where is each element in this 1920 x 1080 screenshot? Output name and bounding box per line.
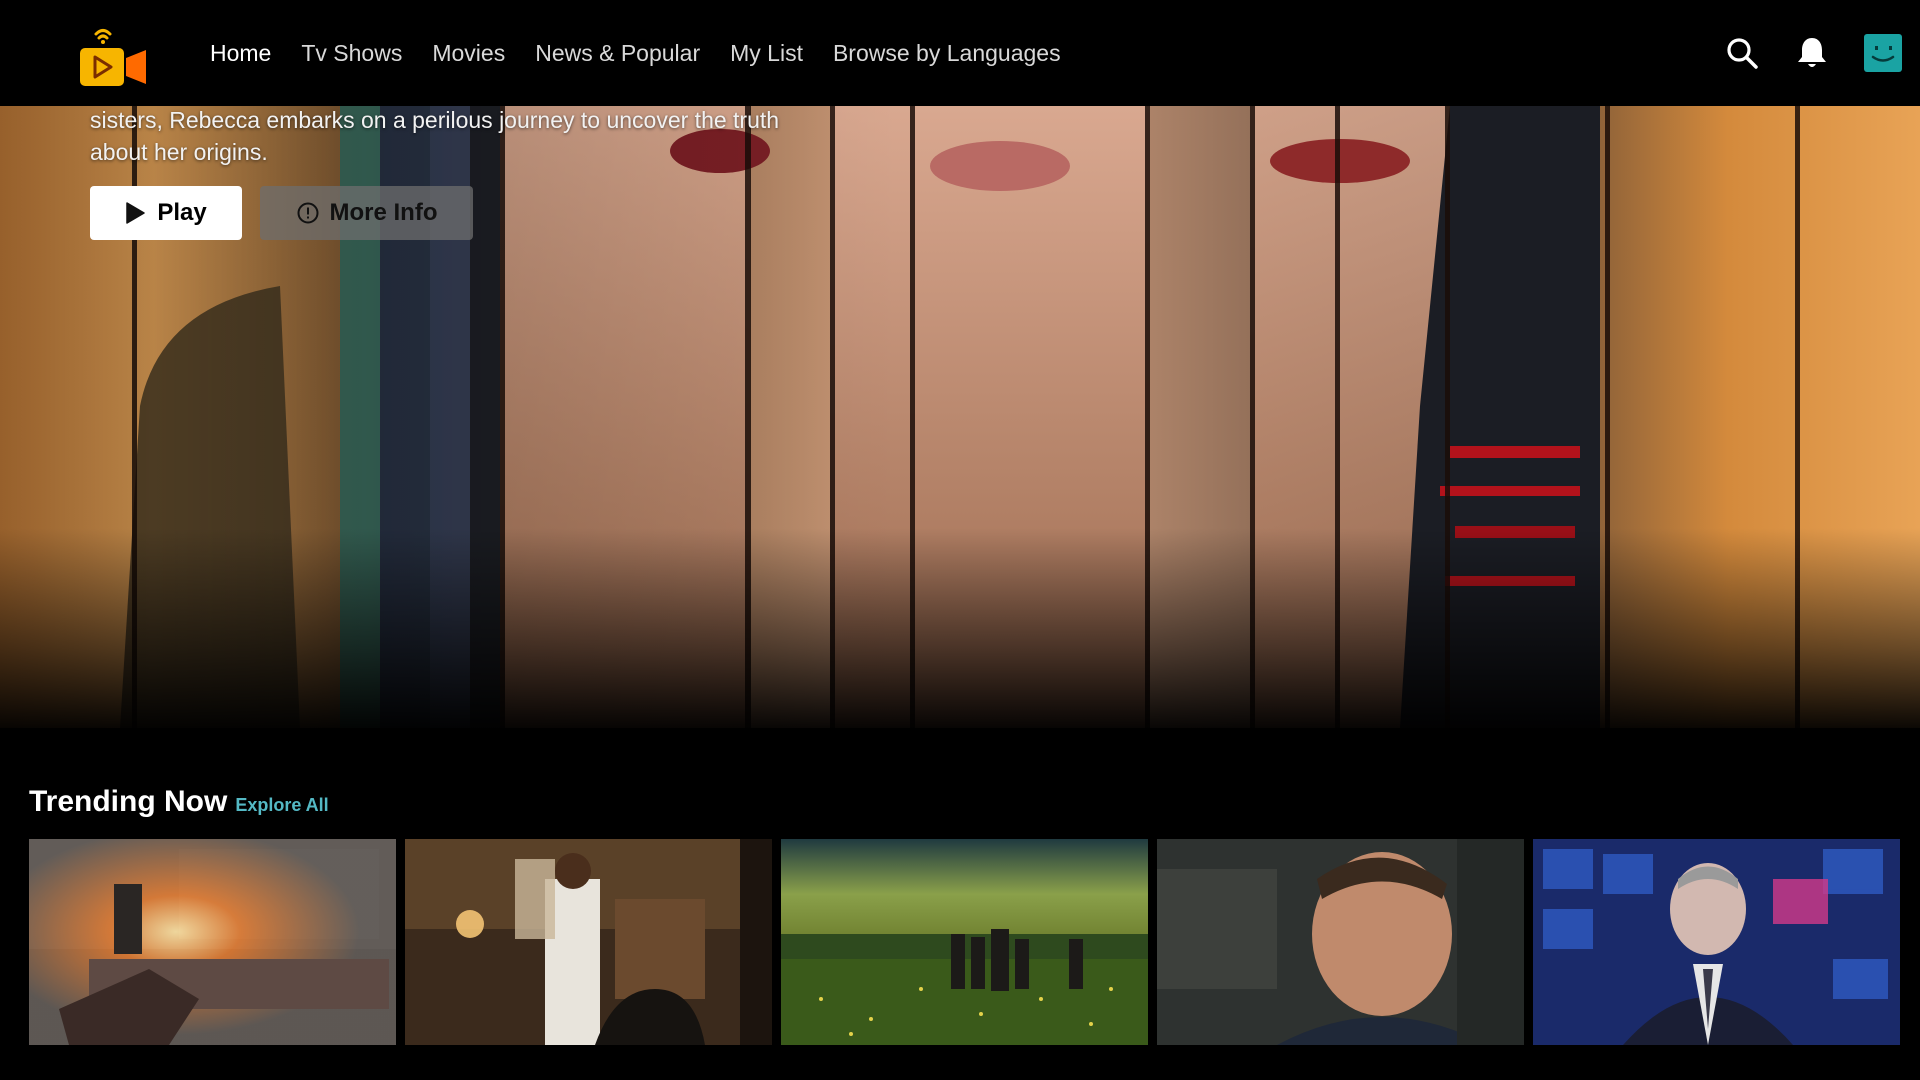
explore-all-link[interactable]: Explore All: [235, 795, 328, 816]
primary-nav: Home Tv Shows Movies News & Popular My L…: [210, 0, 1061, 106]
play-camera-logo-icon: [80, 29, 146, 86]
title-card-4[interactable]: [1157, 839, 1524, 1045]
title-card-2[interactable]: [405, 839, 772, 1045]
nav-actions: [1724, 0, 1902, 106]
nav-link-home[interactable]: Home: [210, 40, 271, 67]
app-logo[interactable]: [78, 24, 148, 88]
play-button[interactable]: Play: [90, 186, 242, 240]
nav-link-my-list[interactable]: My List: [730, 40, 803, 67]
play-icon: [126, 202, 146, 224]
profile-avatar[interactable]: [1864, 34, 1902, 72]
nav-link-browse-languages[interactable]: Browse by Languages: [833, 40, 1061, 67]
title-card-1[interactable]: [29, 839, 396, 1045]
hero-banner: sisters, Rebecca embarks on a perilous j…: [0, 106, 1920, 728]
title-card-thumbnail: [29, 839, 396, 1045]
title-card-thumbnail: [1533, 839, 1900, 1045]
info-icon: [297, 202, 318, 224]
bell-icon[interactable]: [1794, 35, 1830, 71]
title-card-5[interactable]: [1533, 839, 1900, 1045]
top-navbar: Home Tv Shows Movies News & Popular My L…: [0, 0, 1920, 106]
title-card-thumbnail: [1157, 839, 1524, 1045]
more-info-button[interactable]: More Info: [260, 186, 473, 240]
title-card-thumbnail: [405, 839, 772, 1045]
trending-row-header: Trending Now Explore All: [29, 785, 329, 819]
nav-link-movies[interactable]: Movies: [432, 40, 505, 67]
nav-link-news-popular[interactable]: News & Popular: [535, 40, 700, 67]
hero-description: sisters, Rebecca embarks on a perilous j…: [90, 107, 780, 165]
nav-link-tv-shows[interactable]: Tv Shows: [301, 40, 402, 67]
search-icon[interactable]: [1724, 35, 1760, 71]
play-button-label: Play: [157, 199, 207, 226]
more-info-button-label: More Info: [329, 199, 438, 226]
hero-actions: Play More Info: [90, 186, 473, 240]
trending-row-cards: [29, 839, 1900, 1045]
smiley-face-icon: [1871, 46, 1895, 62]
hero-bottom-fade: [0, 528, 1920, 728]
title-card-3[interactable]: [781, 839, 1148, 1045]
trending-row-title: Trending Now: [29, 785, 228, 818]
title-card-thumbnail: [781, 839, 1148, 1045]
